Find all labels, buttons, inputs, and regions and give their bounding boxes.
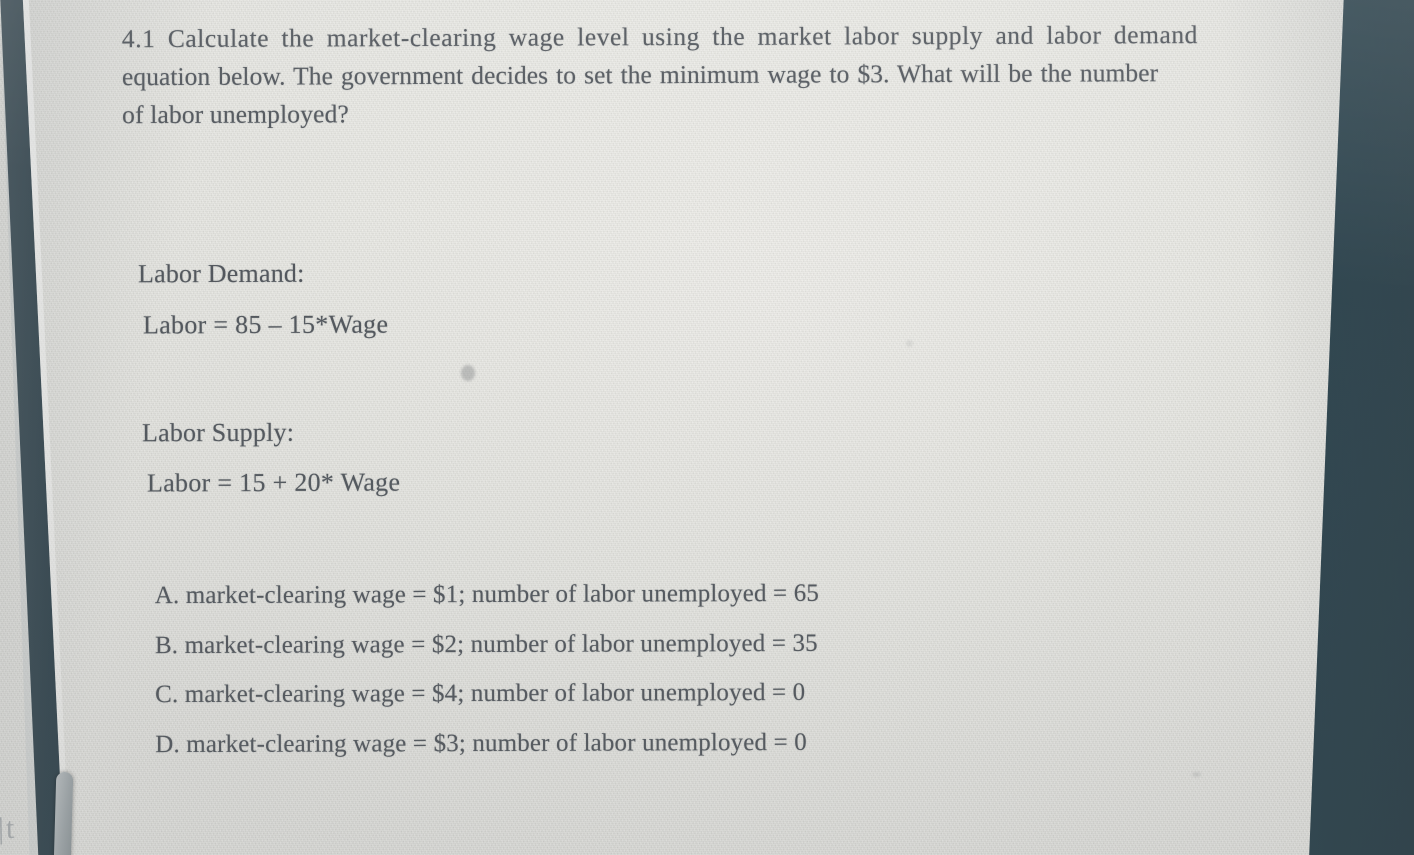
answer-option-c[interactable]: C. market-clearing wage = $4; number of … [155,668,819,720]
question-line-2: equation below. The government decides t… [121,58,1159,92]
answer-options-list: A. market-clearing wage = $1; number of … [155,569,820,769]
question-line-1: 4.1 Calculate the market-clearing wage l… [121,20,1198,54]
answer-option-b[interactable]: B. market-clearing wage = $2; number of … [155,618,819,670]
answer-option-d[interactable]: D. market-clearing wage = $3; number of … [155,717,819,769]
labor-demand-equation: Labor = 85 – 15*Wage [142,309,389,340]
page-text-layer: 4.1 Calculate the market-clearing wage l… [0,0,1414,855]
labor-supply-label: Labor Supply: [141,417,295,448]
photographed-textbook-page: 4.1 Calculate the market-clearing wage l… [0,0,1414,855]
labor-demand-label: Labor Demand: [137,258,305,289]
margin-pencil-mark: |t [0,811,17,846]
answer-option-a[interactable]: A. market-clearing wage = $1; number of … [155,569,819,621]
question-line-3: of labor unemployed? [122,99,349,130]
question-paragraph: 4.1 Calculate the market-clearing wage l… [122,16,1252,134]
labor-supply-equation: Labor = 15 + 20* Wage [146,467,401,498]
left-scroll-thumb[interactable] [53,771,74,855]
